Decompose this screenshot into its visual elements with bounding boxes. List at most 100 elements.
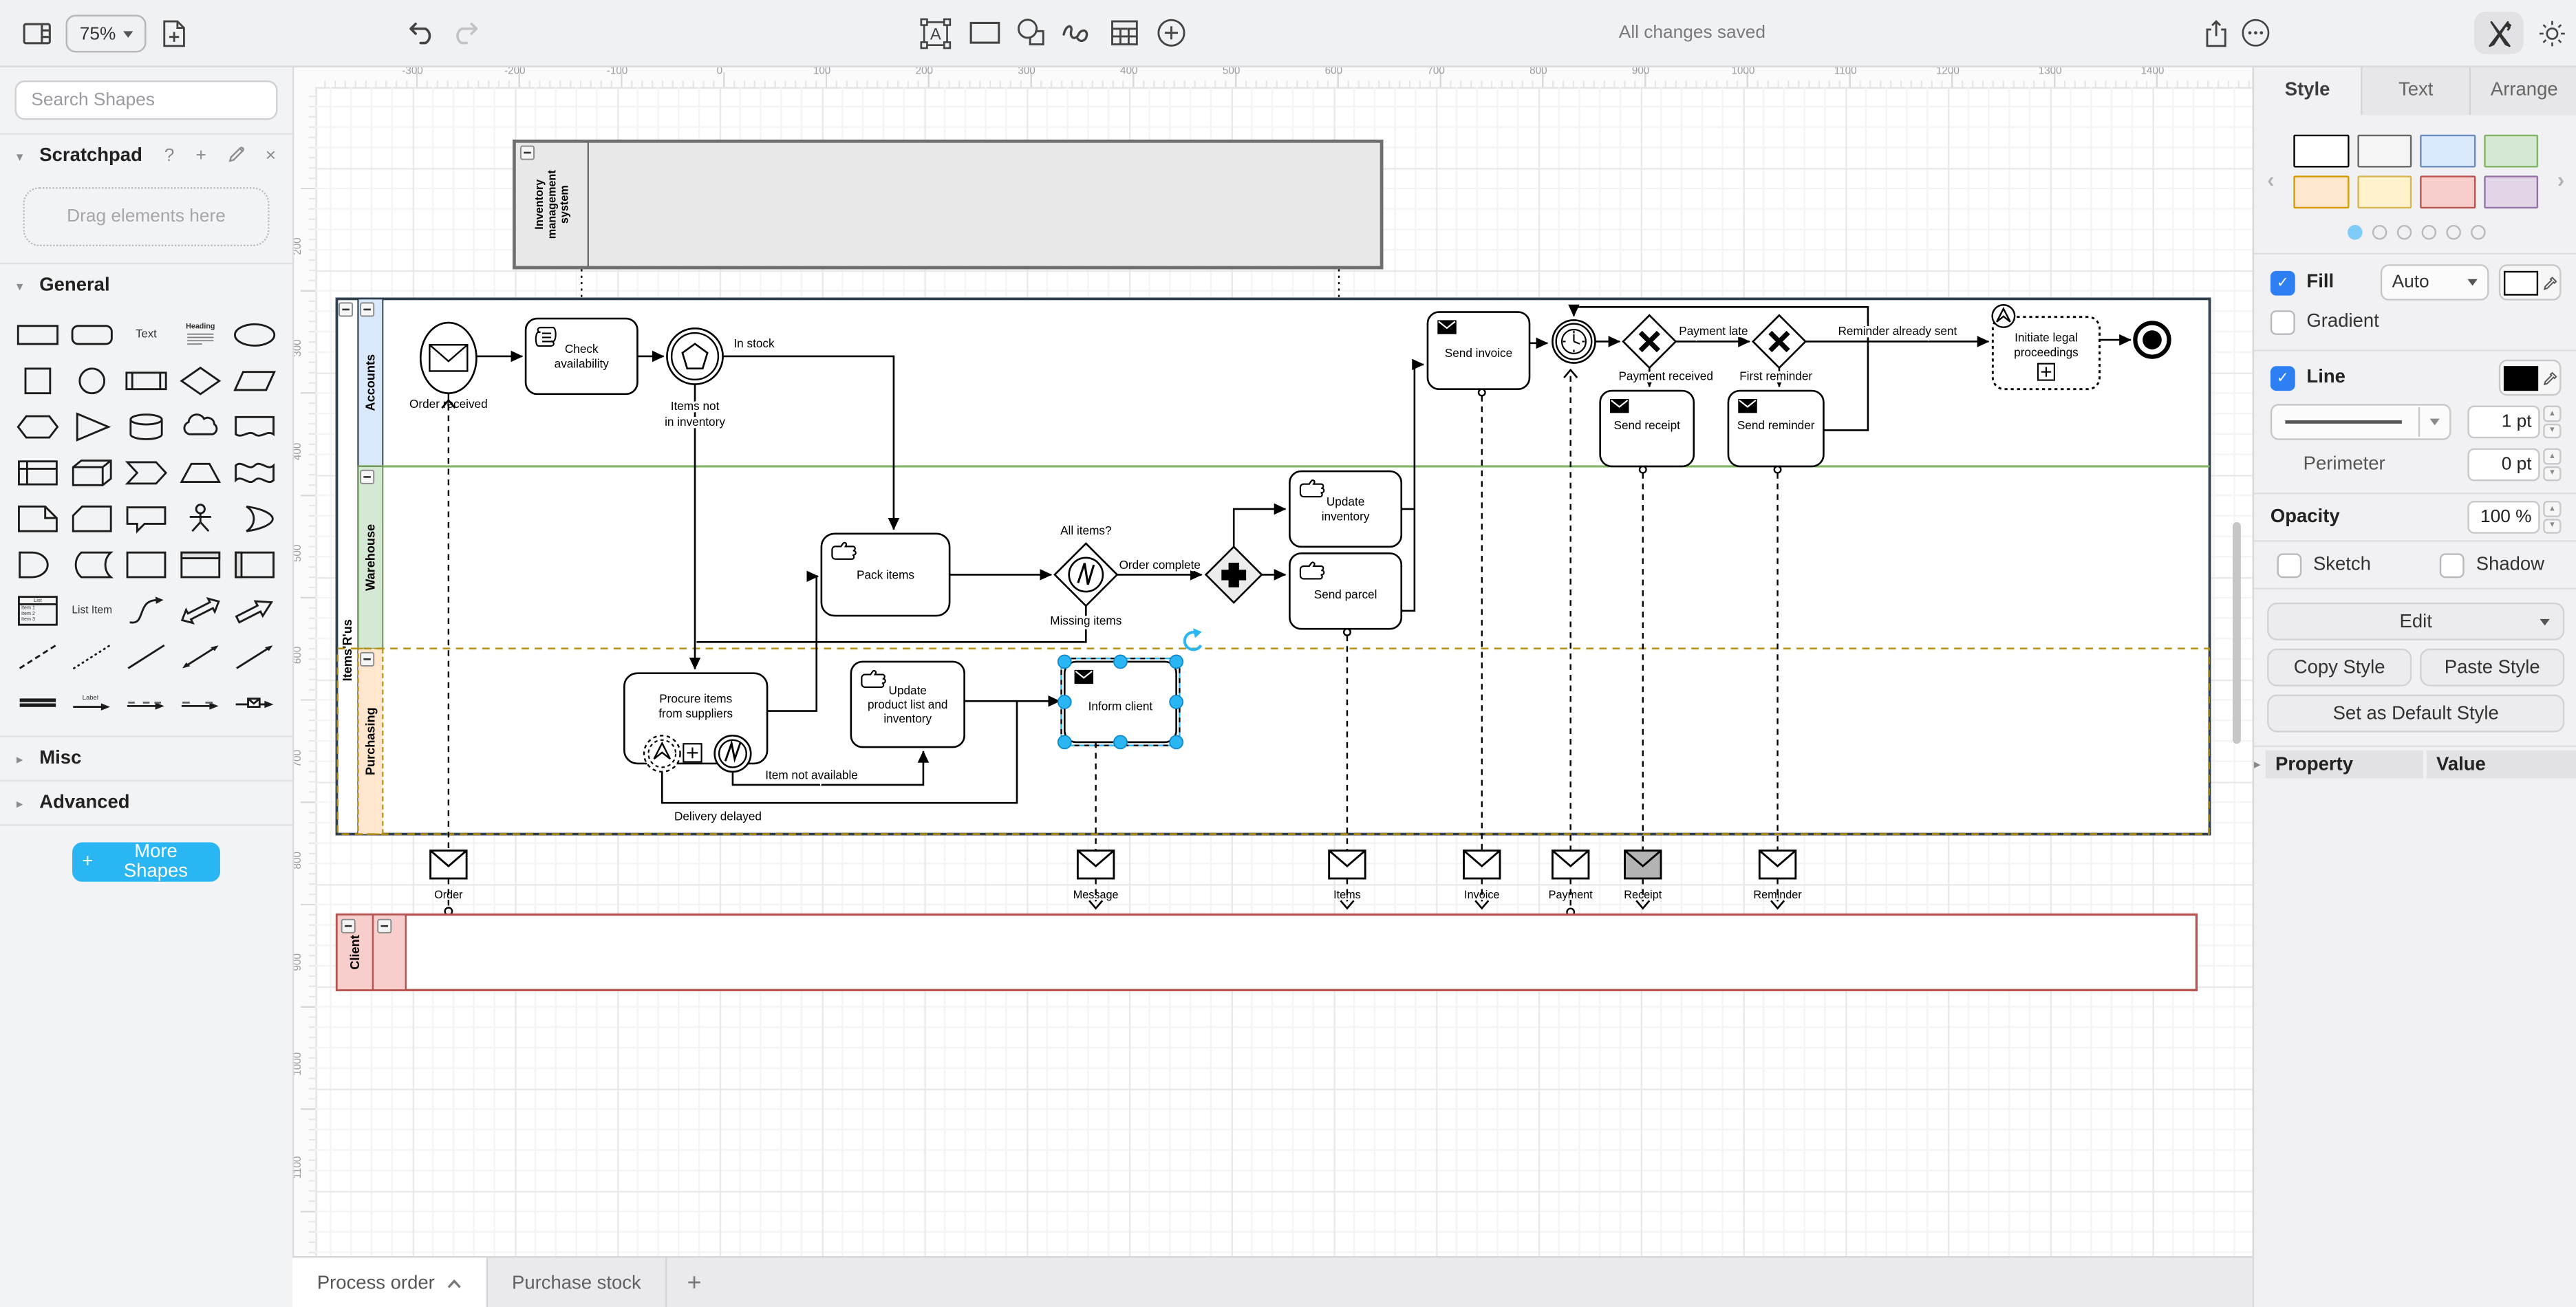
vertical-scrollbar[interactable]: [2232, 522, 2240, 744]
collapse-button[interactable]: [341, 918, 356, 933]
opacity-stepper[interactable]: ▴ ▾: [2543, 501, 2562, 534]
palette-shape-parallelogram[interactable]: [228, 358, 282, 404]
help-icon[interactable]: ?: [164, 146, 175, 166]
palette-shape-connector-3-labels[interactable]: [119, 680, 173, 726]
palette-shape-cloud[interactable]: [173, 404, 228, 450]
tab-arrange[interactable]: Arrange: [2471, 65, 2576, 116]
palette-shape-hexagon[interactable]: [10, 404, 64, 450]
palette-shape-curve[interactable]: [119, 588, 173, 634]
drawing-canvas-area[interactable]: -300 -200 -100 0 100 200 300 400 500 600 700 800 900…: [292, 65, 2253, 1257]
start-event-order-received[interactable]: [419, 321, 477, 394]
edit-style-button[interactable]: Edit: [2267, 603, 2565, 640]
timer-event[interactable]: [1552, 319, 1596, 364]
palette-shape-vertical-container[interactable]: [173, 542, 228, 588]
palette-shape-directional-connector[interactable]: [228, 634, 282, 680]
palette-shape-or[interactable]: [228, 496, 282, 542]
undo-icon[interactable]: [402, 13, 442, 52]
palette-shape-rounded-rectangle[interactable]: [65, 312, 119, 358]
palette-shape-heading[interactable]: Heading: [173, 312, 228, 358]
task-procure-items[interactable]: [623, 672, 769, 773]
palette-shape-connector-with-label[interactable]: Label: [65, 680, 119, 726]
style-preset-3[interactable]: [2483, 134, 2539, 168]
shapes-tool-icon[interactable]: [1010, 13, 1049, 52]
palette-shape-list-item[interactable]: List Item: [65, 588, 119, 634]
palette-shape-line[interactable]: [119, 634, 173, 680]
palette-shape-circle[interactable]: [65, 358, 119, 404]
more-shapes-button[interactable]: + More Shapes: [72, 842, 220, 882]
toggle-panels-icon[interactable]: [17, 13, 56, 52]
redo-icon[interactable]: [444, 13, 483, 52]
palette-shape-ellipse[interactable]: [228, 312, 282, 358]
palette-shape-and[interactable]: [10, 542, 64, 588]
palette-shape-bidirectional-arrow[interactable]: [173, 588, 228, 634]
tab-style[interactable]: Style: [2254, 65, 2363, 116]
end-event[interactable]: [2133, 321, 2171, 359]
palette-shape-arrow[interactable]: [228, 588, 282, 634]
preset-page-dot-1[interactable]: [2371, 225, 2387, 240]
style-preset-1[interactable]: [2357, 134, 2412, 168]
copy-style-button[interactable]: Copy Style: [2267, 648, 2412, 687]
palette-shape-text[interactable]: Text: [119, 312, 173, 358]
palette-shape-trapezoid[interactable]: [173, 450, 228, 496]
style-preset-0[interactable]: [2293, 134, 2349, 168]
shape-search[interactable]: [14, 80, 278, 120]
line-color-button[interactable]: [2498, 359, 2562, 396]
palette-shape-tape[interactable]: [228, 450, 282, 496]
shadow-checkbox[interactable]: [2440, 552, 2465, 578]
collapse-button[interactable]: [519, 145, 535, 160]
line-checkbox[interactable]: ✓: [2270, 365, 2295, 390]
add-page-icon[interactable]: [154, 13, 193, 52]
search-input[interactable]: [28, 88, 268, 112]
presets-prev-icon[interactable]: ‹: [2267, 167, 2274, 192]
sketch-checkbox[interactable]: [2277, 552, 2302, 578]
preset-page-dot-2[interactable]: [2396, 225, 2412, 240]
style-preset-2[interactable]: [2420, 134, 2476, 168]
sketch-style-toggle-icon[interactable]: [2473, 11, 2524, 54]
diagram-canvas[interactable]: Inventorymanagementsystem Accounts Items…: [315, 87, 2253, 1257]
misc-section-header[interactable]: ▸ Misc: [0, 737, 292, 780]
palette-shape-document[interactable]: [228, 404, 282, 450]
palette-shape-dotted-line[interactable]: [65, 634, 119, 680]
palette-shape-horizontal-container[interactable]: [228, 542, 282, 588]
line-style-select[interactable]: [2270, 404, 2451, 440]
preset-page-dot-0[interactable]: [2346, 225, 2362, 240]
palette-shape-triangle[interactable]: [65, 404, 119, 450]
insert-plus-icon[interactable]: [1152, 13, 1191, 52]
zoom-dropdown[interactable]: 75%: [65, 14, 147, 53]
palette-shape-cylinder[interactable]: [119, 404, 173, 450]
scratchpad-dropzone[interactable]: Drag elements here: [23, 187, 270, 247]
text-tool-icon[interactable]: A: [915, 13, 954, 52]
chevron-right-icon[interactable]: ▸: [2254, 757, 2266, 771]
preset-page-dot-5[interactable]: [2469, 225, 2485, 240]
style-preset-4[interactable]: [2293, 175, 2349, 209]
palette-shape-step[interactable]: [119, 450, 173, 496]
rectangle-tool-icon[interactable]: [965, 13, 1004, 52]
palette-shape-callout[interactable]: [119, 496, 173, 542]
style-preset-6[interactable]: [2420, 175, 2476, 209]
palette-shape-rectangle[interactable]: [10, 312, 64, 358]
boundary-error-event[interactable]: [713, 735, 752, 773]
paste-style-button[interactable]: Paste Style: [2420, 648, 2565, 687]
palette-shape-internal-storage[interactable]: [10, 450, 64, 496]
set-default-style-button[interactable]: Set as Default Style: [2267, 694, 2565, 733]
palette-shape-diamond[interactable]: [173, 358, 228, 404]
collapse-button[interactable]: [377, 918, 392, 933]
perimeter-input[interactable]: 0 pt: [2467, 448, 2540, 482]
line-width-stepper[interactable]: ▴ ▾: [2543, 405, 2562, 439]
table-tool-icon[interactable]: [1104, 13, 1144, 52]
palette-shape-card[interactable]: [65, 496, 119, 542]
more-options-icon[interactable]: [2236, 13, 2275, 52]
perimeter-stepper[interactable]: ▴ ▾: [2543, 448, 2562, 482]
collapse-button[interactable]: [360, 469, 375, 484]
palette-shape-note[interactable]: [10, 496, 64, 542]
add-page-tab-icon[interactable]: +: [667, 1257, 721, 1307]
boundary-escalation-event[interactable]: [643, 735, 681, 773]
line-width-input[interactable]: 1 pt: [2467, 405, 2540, 439]
style-preset-7[interactable]: [2483, 175, 2539, 209]
collapse-button[interactable]: [360, 302, 375, 317]
palette-shape-process[interactable]: [119, 358, 173, 404]
collapse-button[interactable]: [339, 302, 354, 317]
palette-shape-connector-with-symbol[interactable]: [228, 680, 282, 726]
palette-shape-connector-2-labels[interactable]: [173, 680, 228, 726]
page-tab-process-order[interactable]: Process order: [292, 1257, 488, 1307]
